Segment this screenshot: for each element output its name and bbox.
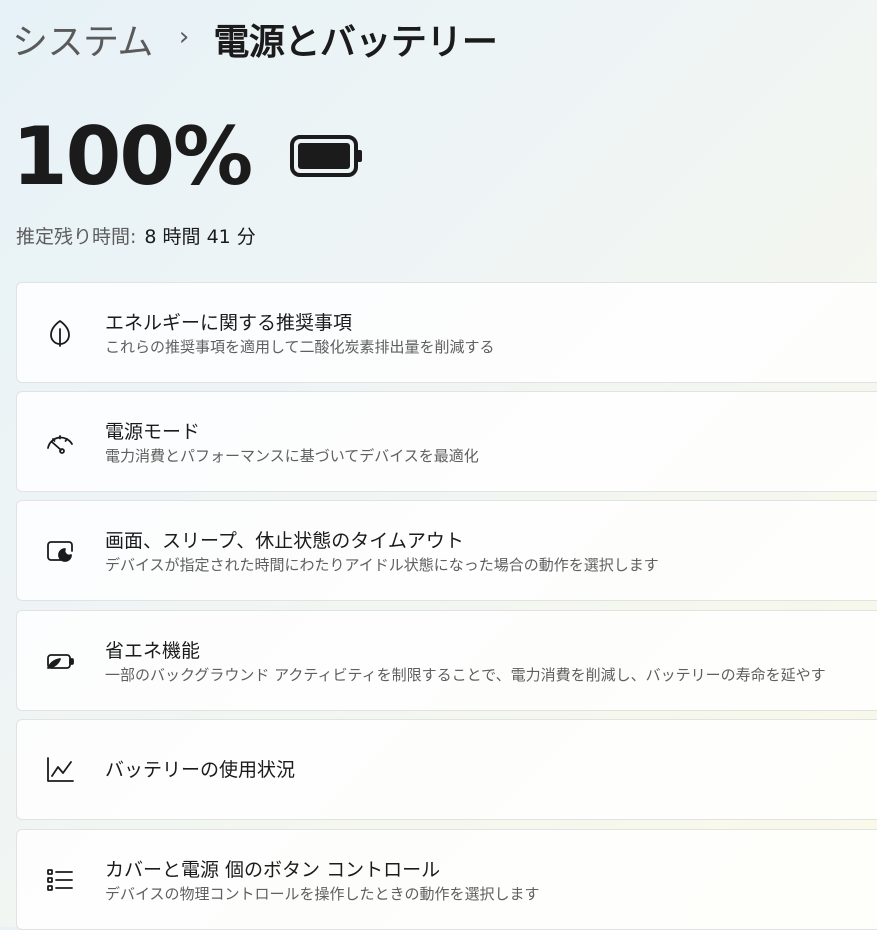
screen-sleep-icon [45, 536, 75, 566]
card-title: エネルギーに関する推奨事項 [105, 312, 353, 334]
leaf-icon [45, 318, 75, 348]
lid-power-button-controls-card[interactable]: カバーと電源 個のボタン コントロール デバイスの物理コントロールを操作したとき… [16, 829, 877, 930]
card-title: バッテリーの使用状況 [105, 759, 296, 781]
card-title: 省エネ機能 [105, 640, 201, 662]
screen-sleep-timeout-card[interactable]: 画面、スリープ、休止状態のタイムアウト デバイスが指定された時間にわたりアイドル… [16, 500, 877, 601]
line-chart-icon [45, 755, 75, 785]
card-title: 電源モード [105, 421, 201, 443]
card-description: 一部のバックグラウンド アクティビティを制限することで、電力消費を削減し、バッテ… [105, 666, 826, 684]
battery-percentage: 100% [12, 109, 253, 203]
estimate-value: 8 時間 41 分 [144, 226, 256, 248]
estimate-label: 推定残り時間: [16, 226, 137, 248]
battery-time-estimate: 推定残り時間: 8 時間 41 分 [16, 222, 256, 249]
battery-saver-card[interactable]: 省エネ機能 一部のバックグラウンド アクティビティを制限することで、電力消費を削… [16, 610, 877, 711]
card-description: これらの推奨事項を適用して二酸化炭素排出量を削減する [105, 338, 495, 356]
battery-usage-card[interactable]: バッテリーの使用状況 [16, 719, 877, 820]
card-title: カバーと電源 個のボタン コントロール [105, 859, 441, 881]
gauge-icon [45, 427, 75, 457]
breadcrumb: システム › 電源とバッテリー [12, 13, 498, 65]
battery-full-icon [290, 135, 363, 177]
card-description: デバイスが指定された時間にわたりアイドル状態になった場合の動作を選択します [105, 556, 659, 574]
card-description: デバイスの物理コントロールを操作したときの動作を選択します [105, 885, 540, 903]
energy-recommendations-card[interactable]: エネルギーに関する推奨事項 これらの推奨事項を適用して二酸化炭素排出量を削減する [16, 282, 877, 383]
breadcrumb-system-link[interactable]: システム [12, 13, 153, 65]
page-title: 電源とバッテリー [213, 22, 498, 63]
power-mode-card[interactable]: 電源モード 電力消費とパフォーマンスに基づいてデバイスを最適化 [16, 391, 877, 492]
battery-saver-icon [45, 646, 75, 676]
card-description: 電力消費とパフォーマンスに基づいてデバイスを最適化 [105, 447, 479, 465]
chevron-right-icon: › [178, 22, 190, 52]
battery-status: 100% [12, 108, 365, 204]
card-title: 画面、スリープ、休止状態のタイムアウト [105, 530, 464, 552]
list-icon [45, 865, 75, 895]
